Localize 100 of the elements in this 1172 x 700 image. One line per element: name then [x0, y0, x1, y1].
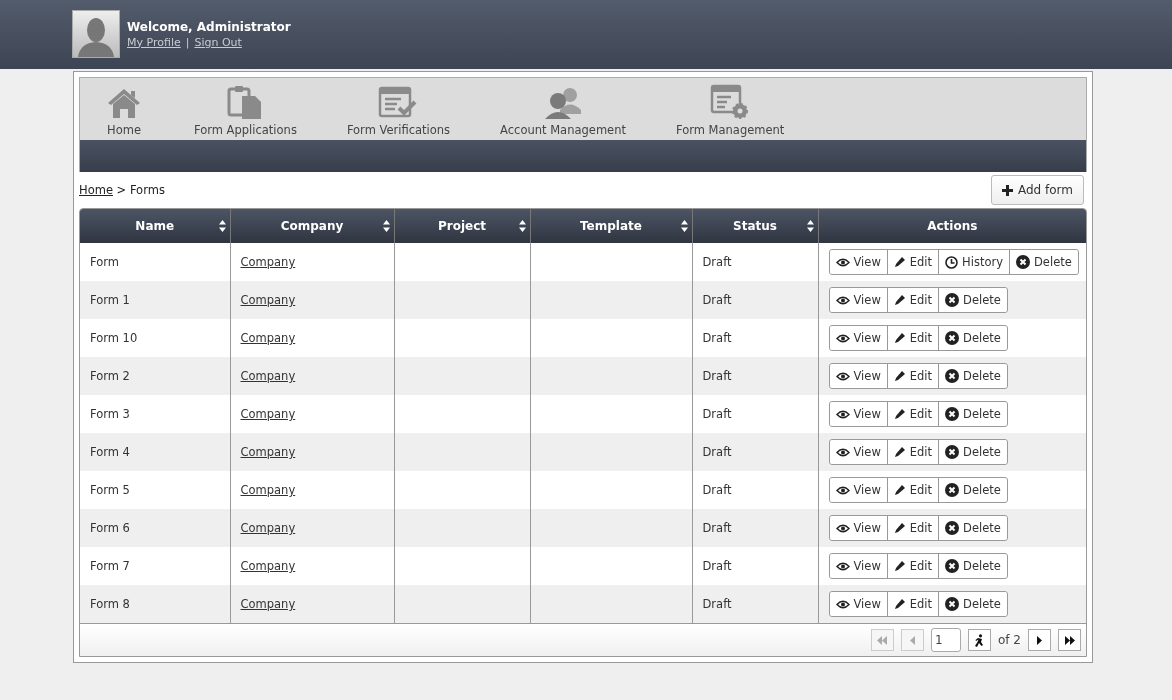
- page-count: of 2: [998, 633, 1021, 647]
- close-icon: [945, 521, 960, 535]
- company-link[interactable]: Company: [240, 369, 296, 383]
- eye-icon: [835, 447, 850, 457]
- delete-button[interactable]: Delete: [938, 592, 1007, 616]
- pencil-icon: [893, 256, 906, 268]
- nav-item[interactable]: Account Management: [480, 78, 646, 140]
- column-header[interactable]: Name: [80, 209, 230, 243]
- sort-icon: [218, 220, 226, 232]
- table-cell: Draft: [692, 585, 818, 623]
- eye-icon: [835, 295, 850, 305]
- users-icon: [543, 86, 584, 120]
- sort-icon: [680, 220, 688, 232]
- sort-icon: [806, 220, 814, 232]
- page-field[interactable]: 1: [931, 628, 961, 652]
- eye-icon: [835, 561, 850, 571]
- delete-button[interactable]: Delete: [1009, 250, 1078, 274]
- delete-button[interactable]: Delete: [938, 440, 1007, 464]
- column-header[interactable]: Template: [530, 209, 692, 243]
- pencil-icon: [893, 332, 906, 344]
- nav-item[interactable]: Form Management: [655, 78, 805, 140]
- header-link[interactable]: My Profile: [127, 35, 181, 49]
- breadcrumb-link[interactable]: Home: [79, 183, 113, 197]
- close-icon: [945, 369, 960, 383]
- eye-icon: [835, 371, 850, 381]
- table-cell: Form 6: [80, 509, 230, 547]
- table-cell: Form 8: [80, 585, 230, 623]
- clock-icon: [945, 255, 959, 269]
- column-header[interactable]: Company: [230, 209, 394, 243]
- company-link[interactable]: Company: [240, 331, 296, 345]
- column-header[interactable]: Project: [394, 209, 530, 243]
- pencil-icon: [893, 560, 906, 572]
- pencil-icon: [893, 294, 906, 306]
- sort-icon: [518, 220, 526, 232]
- table-cell: Draft: [692, 509, 818, 547]
- company-link[interactable]: Company: [240, 407, 296, 421]
- close-icon: [945, 483, 960, 497]
- nav-item[interactable]: Form Applications: [174, 78, 317, 140]
- table-cell: Draft: [692, 357, 818, 395]
- avatar-silhouette: [72, 10, 120, 58]
- go-button[interactable]: [968, 629, 991, 651]
- left-arrow-icon: [910, 635, 915, 645]
- company-link[interactable]: Company: [240, 293, 296, 307]
- separator: |: [185, 35, 190, 49]
- table-cell: Form 4: [80, 433, 230, 471]
- header-link[interactable]: Sign Out: [194, 35, 242, 49]
- close-icon: [945, 407, 960, 421]
- table-cell: Form 5: [80, 471, 230, 509]
- delete-button[interactable]: Delete: [938, 288, 1007, 312]
- nav-item[interactable]: Form Verifications: [326, 78, 471, 140]
- pencil-icon: [893, 370, 906, 382]
- add-form-button[interactable]: Add form: [990, 175, 1084, 205]
- column-header[interactable]: Actions: [818, 209, 1086, 243]
- company-link[interactable]: Company: [240, 597, 296, 611]
- pencil-icon: [893, 446, 906, 458]
- sort-icon: [382, 220, 390, 232]
- table-cell: Form 2: [80, 357, 230, 395]
- table-cell: Draft: [692, 433, 818, 471]
- table-cell: Form 1: [80, 281, 230, 319]
- pencil-icon: [893, 522, 906, 534]
- close-icon: [945, 445, 960, 459]
- delete-button[interactable]: Delete: [938, 326, 1007, 350]
- nav-item[interactable]: Home: [84, 78, 164, 140]
- table-cell: Form 7: [80, 547, 230, 585]
- welcome-text: Welcome, Administrator: [127, 19, 291, 34]
- table-cell: Form 10: [80, 319, 230, 357]
- double-left-arrow-icon: [877, 635, 888, 645]
- pencil-icon: [893, 598, 906, 610]
- close-icon: [945, 293, 960, 307]
- close-icon: [945, 331, 960, 345]
- delete-button[interactable]: Delete: [938, 516, 1007, 540]
- eye-icon: [835, 257, 850, 267]
- company-link[interactable]: Company: [240, 559, 296, 573]
- eye-icon: [835, 409, 850, 419]
- form-settings-icon: [710, 84, 751, 120]
- eye-icon: [835, 599, 850, 609]
- close-icon: [945, 597, 960, 611]
- company-link[interactable]: Company: [240, 483, 296, 497]
- right-arrow-icon: [1037, 635, 1042, 645]
- delete-button[interactable]: Delete: [938, 554, 1007, 578]
- close-icon: [1016, 255, 1030, 269]
- last-page-button[interactable]: [1058, 629, 1081, 651]
- delete-button[interactable]: Delete: [938, 402, 1007, 426]
- breadcrumb-text: > Forms: [115, 183, 165, 197]
- eye-icon: [835, 523, 850, 533]
- column-header[interactable]: Status: [692, 209, 818, 243]
- table-cell: Draft: [692, 281, 818, 319]
- delete-button[interactable]: Delete: [938, 478, 1007, 502]
- table-cell: Form 3: [80, 395, 230, 433]
- pencil-icon: [893, 408, 906, 420]
- company-link[interactable]: Company: [240, 255, 296, 269]
- next-page-button[interactable]: [1028, 629, 1051, 651]
- company-link[interactable]: Company: [240, 445, 296, 459]
- company-link[interactable]: Company: [240, 521, 296, 535]
- double-right-arrow-icon: [1064, 635, 1075, 645]
- running-figure-icon: [974, 633, 985, 647]
- eye-icon: [835, 485, 850, 495]
- eye-icon: [835, 333, 850, 343]
- table-cell: Form: [80, 243, 230, 281]
- delete-button[interactable]: Delete: [938, 364, 1007, 388]
